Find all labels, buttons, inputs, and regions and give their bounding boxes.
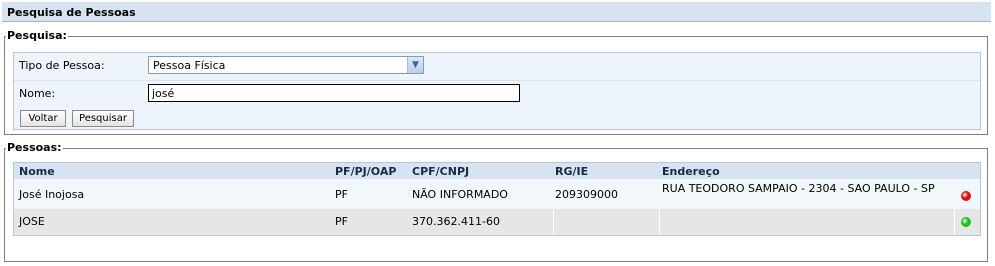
cell-tipo: PF bbox=[335, 215, 348, 228]
table-row[interactable]: José Inojosa PF NÃO INFORMADO 209309000 … bbox=[14, 179, 980, 209]
cell-nome[interactable]: José Inojosa bbox=[19, 188, 84, 201]
cell-tipo: PF bbox=[335, 188, 348, 201]
tipo-row: Tipo de Pessoa: Pessoa Física ▼ bbox=[14, 53, 980, 77]
search-form: Tipo de Pessoa: Pessoa Física ▼ Nome: Vo… bbox=[13, 52, 981, 130]
header-endereco[interactable]: Endereço bbox=[662, 165, 952, 178]
column-divider bbox=[553, 209, 554, 235]
header-tipo[interactable]: PF/PJ/OAP bbox=[335, 165, 396, 178]
header-nome[interactable]: Nome bbox=[19, 165, 55, 178]
column-divider bbox=[954, 209, 955, 235]
nome-input[interactable] bbox=[148, 84, 520, 102]
button-row: Voltar Pesquisar bbox=[14, 107, 980, 129]
nome-row: Nome: bbox=[14, 80, 980, 104]
header-rg[interactable]: RG/IE bbox=[555, 165, 588, 178]
status-green-icon bbox=[961, 217, 971, 227]
status-red-icon bbox=[961, 191, 971, 201]
pesquisar-button[interactable]: Pesquisar bbox=[72, 110, 134, 127]
tipo-label: Tipo de Pessoa: bbox=[19, 59, 105, 72]
cell-cpf: 370.362.411-60 bbox=[412, 215, 500, 228]
table-row[interactable]: JOSE PF 370.362.411-60 bbox=[14, 209, 980, 235]
header-cpf[interactable]: CPF/CNPJ bbox=[412, 165, 469, 178]
results-table: Nome PF/PJ/OAP CPF/CNPJ RG/IE Endereço J… bbox=[13, 162, 981, 236]
results-fieldset: Pessoas: Nome PF/PJ/OAP CPF/CNPJ RG/IE E… bbox=[4, 142, 988, 262]
column-divider bbox=[659, 209, 660, 235]
results-legend: Pessoas: bbox=[7, 141, 62, 154]
chevron-down-icon[interactable]: ▼ bbox=[407, 57, 423, 73]
voltar-button[interactable]: Voltar bbox=[20, 110, 66, 127]
cell-rg: 209309000 bbox=[555, 188, 618, 201]
page-title: Pesquisa de Pessoas bbox=[2, 2, 991, 22]
tipo-pessoa-value: Pessoa Física bbox=[153, 59, 226, 72]
tipo-pessoa-select[interactable]: Pessoa Física ▼ bbox=[148, 56, 424, 74]
search-fieldset: Pesquisa: Tipo de Pessoa: Pessoa Física … bbox=[4, 30, 988, 135]
cell-endereco: RUA TEODORO SAMPAIO - 2304 - SAO PAULO -… bbox=[662, 182, 935, 195]
table-header: Nome PF/PJ/OAP CPF/CNPJ RG/IE Endereço bbox=[14, 163, 980, 179]
cell-nome[interactable]: JOSE bbox=[19, 215, 45, 228]
cell-cpf: NÃO INFORMADO bbox=[412, 188, 508, 201]
nome-label: Nome: bbox=[19, 87, 56, 100]
search-legend: Pesquisa: bbox=[7, 29, 67, 42]
